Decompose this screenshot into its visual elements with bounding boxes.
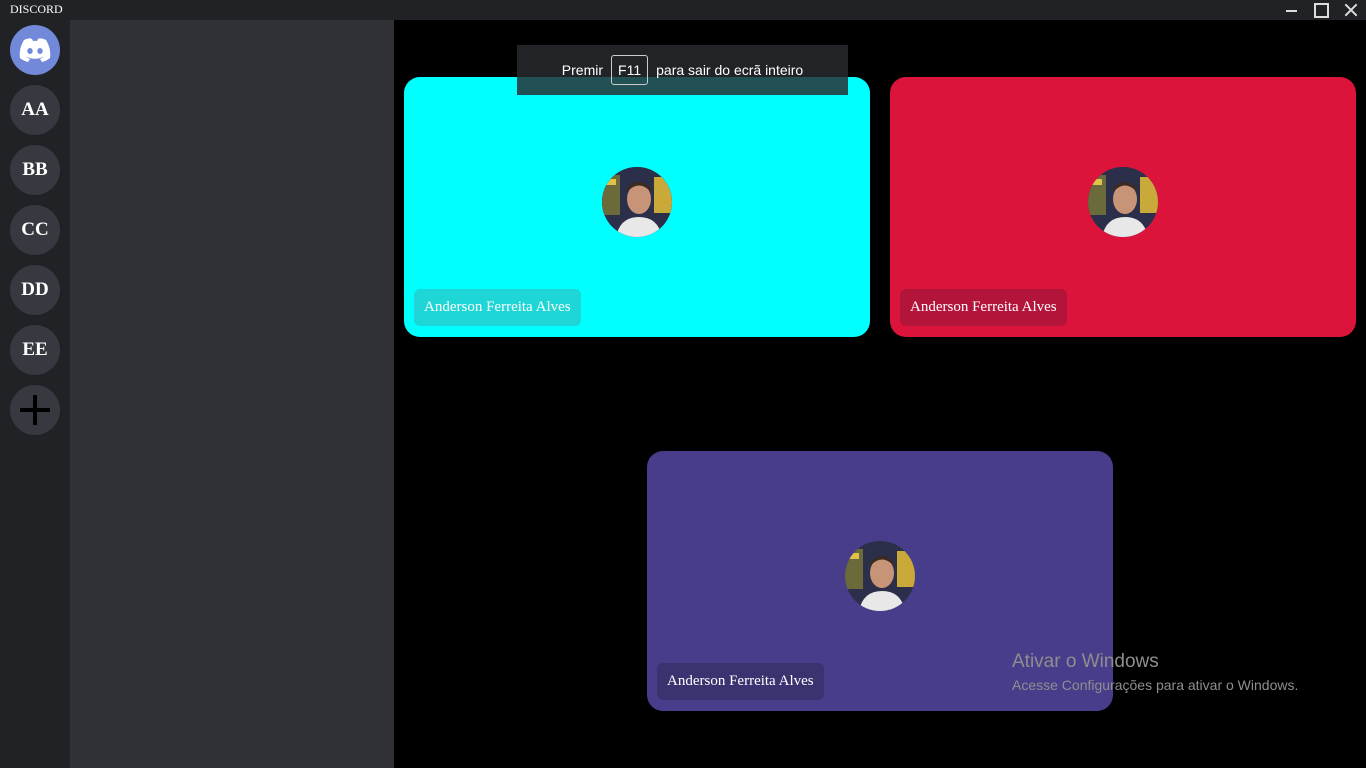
server-cc[interactable]: CC	[10, 205, 60, 255]
discord-home-button[interactable]	[10, 25, 60, 75]
activation-watermark: Ativar o Windows Acesse Configurações pa…	[1012, 651, 1298, 693]
participant-name: Anderson Ferreita Alves	[657, 663, 824, 700]
server-ee[interactable]: EE	[10, 325, 60, 375]
fullscreen-hint: Premir F11 para sair do ecrã inteiro	[517, 45, 848, 95]
close-icon[interactable]	[1336, 0, 1366, 20]
channel-sidebar	[70, 20, 394, 768]
avatar	[1088, 167, 1158, 237]
minimize-icon[interactable]	[1276, 0, 1306, 20]
server-aa[interactable]: AA	[10, 85, 60, 135]
participant-tile[interactable]: Anderson Ferreita Alves	[890, 77, 1356, 337]
hint-key: F11	[611, 55, 649, 85]
maximize-icon[interactable]	[1306, 0, 1336, 20]
discord-logo-icon	[19, 38, 51, 62]
watermark-subtitle: Acesse Configurações para ativar o Windo…	[1012, 677, 1299, 693]
hint-before: Premir	[561, 62, 604, 78]
add-server-button[interactable]	[10, 385, 60, 435]
server-rail: AA BB CC DD EE	[0, 20, 70, 768]
hint-after: para sair do ecrã inteiro	[656, 62, 804, 78]
server-dd[interactable]: DD	[10, 265, 60, 315]
server-bb[interactable]: BB	[10, 145, 60, 195]
participant-name: Anderson Ferreita Alves	[900, 289, 1067, 326]
avatar	[845, 541, 915, 611]
watermark-title: Ativar o Windows	[1012, 651, 1159, 672]
title-bar: DISCORD	[0, 0, 1366, 20]
participant-tile[interactable]: Anderson Ferreita Alves	[404, 77, 870, 337]
avatar	[602, 167, 672, 237]
app-title: DISCORD	[10, 2, 63, 16]
participant-name: Anderson Ferreita Alves	[414, 289, 581, 326]
